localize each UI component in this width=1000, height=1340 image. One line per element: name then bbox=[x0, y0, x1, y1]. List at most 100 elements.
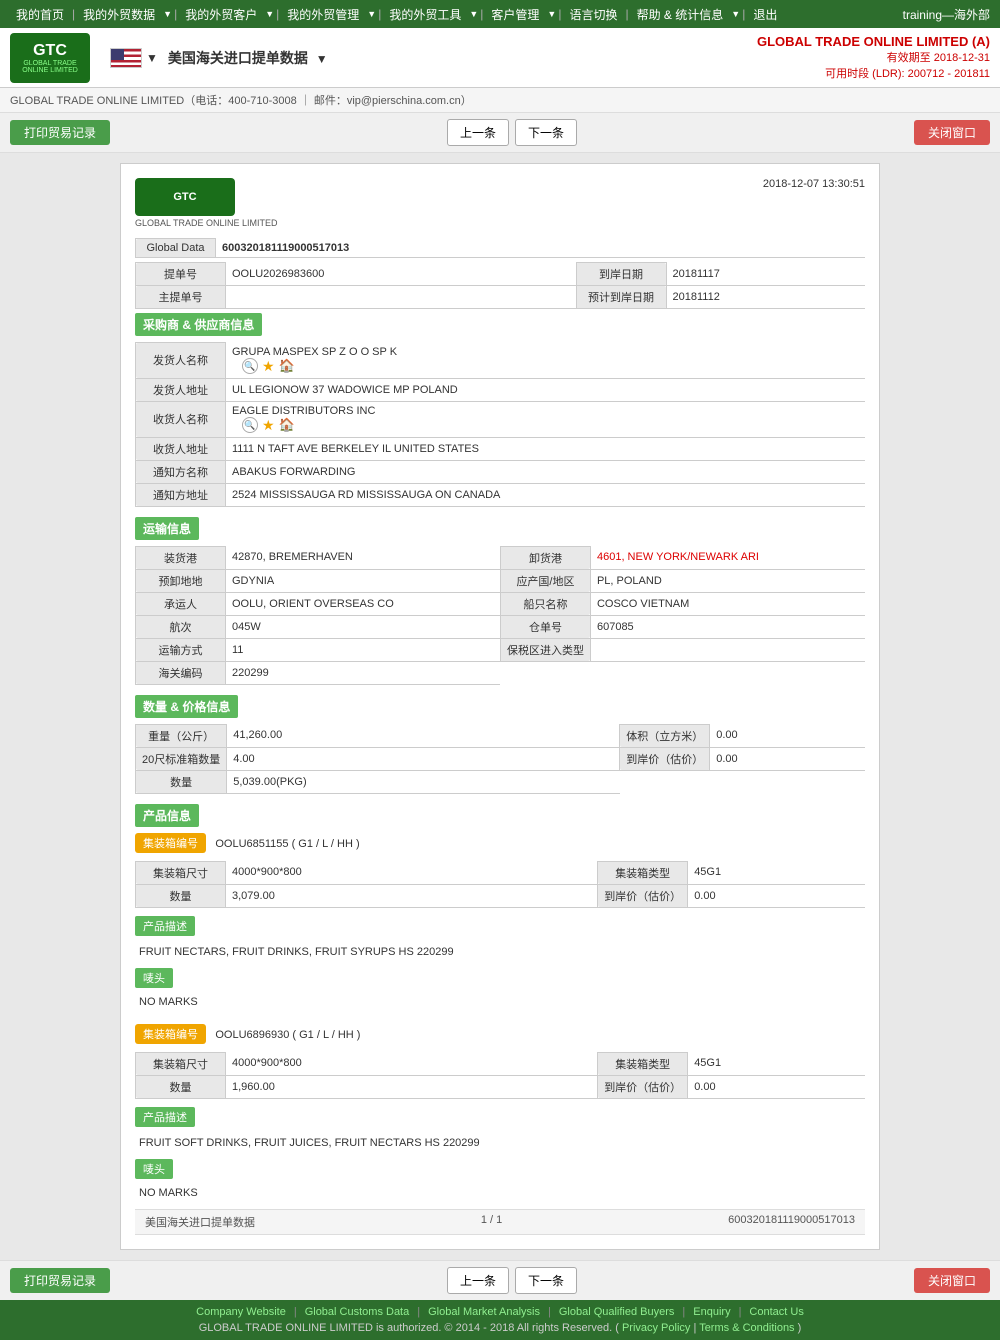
header-bar: GTC GLOBAL TRADE ONLINE LIMITED ▼ 美国海关进口… bbox=[0, 28, 1000, 88]
footer-link-contact[interactable]: Contact Us bbox=[749, 1306, 803, 1318]
shipper-name-value: GRUPA MASPEX SP Z O O SP K 🔍 ★ 🏠 bbox=[226, 343, 866, 379]
next-button-bottom[interactable]: 下一条 bbox=[515, 1267, 577, 1294]
product-price-value-1: 0.00 bbox=[688, 1075, 865, 1098]
nav-help-arrow: ▼ bbox=[731, 9, 740, 19]
title-dropdown-arrow[interactable]: ▼ bbox=[316, 52, 328, 66]
carrier-value: OOLU, ORIENT OVERSEAS CO bbox=[226, 592, 501, 615]
consignee-name-label: 收货人名称 bbox=[136, 401, 226, 437]
product-desc-value-1: FRUIT SOFT DRINKS, FRUIT JUICES, FRUIT N… bbox=[135, 1135, 865, 1151]
bottom-action-bar: 打印贸易记录 上一条 下一条 关闭窗口 bbox=[0, 1260, 1000, 1300]
prev-button-bottom[interactable]: 上一条 bbox=[447, 1267, 509, 1294]
pre-dest-value: GDYNIA bbox=[226, 569, 501, 592]
quantity-table: 重量（公斤） 41,260.00 体积（立方米） 0.00 20尺标准箱数量 4… bbox=[135, 724, 865, 794]
shipper-addr-value: UL LEGIONOW 37 WADOWICE MP POLAND bbox=[226, 378, 866, 401]
shipper-home-icon[interactable]: 🏠 bbox=[279, 358, 295, 374]
container-no-value-0: OOLU6851155 ( G1 / L / HH ) bbox=[215, 838, 359, 850]
us-flag bbox=[110, 48, 142, 68]
product-table-1: 集装箱尺寸 4000*900*800 集装箱类型 45G1 数量 1,960.0… bbox=[135, 1052, 865, 1099]
sub-header: GLOBAL TRADE ONLINE LIMITED（电话：400-710-3… bbox=[0, 88, 1000, 113]
origin-country-label: 应产国/地区 bbox=[500, 569, 590, 592]
global-data-table: Global Data 600320181119000517013 bbox=[135, 238, 865, 258]
container-type-label-0: 集装箱类型 bbox=[598, 861, 688, 884]
volume-value: 0.00 bbox=[710, 724, 865, 747]
product-qty-label-1: 数量 bbox=[136, 1075, 226, 1098]
consignee-addr-value: 1111 N TAFT AVE BERKELEY IL UNITED STATE… bbox=[226, 437, 866, 460]
nav-account-arrow: ▼ bbox=[547, 9, 556, 19]
print-button-bottom[interactable]: 打印贸易记录 bbox=[10, 1268, 110, 1293]
products-section-header: 产品信息 bbox=[135, 804, 199, 827]
volume-label: 体积（立方米） bbox=[620, 724, 710, 747]
weight-label: 重量（公斤） bbox=[136, 724, 227, 747]
close-btn-bottom[interactable]: 关闭窗口 bbox=[914, 1268, 990, 1293]
shipper-star-icon[interactable]: ★ bbox=[262, 358, 275, 375]
print-button-top[interactable]: 打印贸易记录 bbox=[10, 120, 110, 145]
nav-logout[interactable]: 退出 bbox=[747, 6, 783, 23]
flag-area: ▼ bbox=[110, 48, 158, 68]
nav-language[interactable]: 语言切换 bbox=[563, 6, 623, 23]
close-button-bottom[interactable]: 关闭窗口 bbox=[914, 1268, 990, 1293]
footer-link-buyers[interactable]: Global Qualified Buyers bbox=[559, 1306, 675, 1318]
nav-customers[interactable]: 我的外贸客户 bbox=[179, 6, 263, 23]
product-qty-value-1: 1,960.00 bbox=[226, 1075, 598, 1098]
logo-sub: GLOBAL TRADE bbox=[23, 60, 76, 67]
nav-management-arrow: ▼ bbox=[367, 9, 376, 19]
footer-close-paren: ) bbox=[798, 1322, 802, 1334]
ldr-info: 可用时段 (LDR): 200712 - 201811 bbox=[757, 65, 990, 81]
loading-port-value: 42870, BREMERHAVEN bbox=[226, 546, 501, 569]
global-data-value: 600320181119000517013 bbox=[216, 239, 866, 258]
shipper-search-icon[interactable]: 🔍 bbox=[242, 358, 258, 374]
product-price-label-1: 到岸价（估价） bbox=[598, 1075, 688, 1098]
ftz-label: 保税区进入类型 bbox=[500, 638, 590, 661]
shipper-name-label: 发货人名称 bbox=[136, 343, 226, 379]
container-size-value-0: 4000*900*800 bbox=[226, 861, 598, 884]
marks-header-1: 唛头 bbox=[135, 1159, 173, 1179]
footer-link-customs[interactable]: Global Customs Data bbox=[305, 1306, 410, 1318]
weight-value: 41,260.00 bbox=[227, 724, 620, 747]
container-20ft-label: 20尺标准箱数量 bbox=[136, 747, 227, 770]
container-no-value-1: OOLU6896930 ( G1 / L / HH ) bbox=[215, 1029, 360, 1041]
close-button-top[interactable]: 关闭窗口 bbox=[914, 120, 990, 145]
footer-privacy-link[interactable]: Privacy Policy bbox=[622, 1322, 690, 1334]
close-btn-right[interactable]: 关闭窗口 bbox=[914, 120, 990, 145]
notify-addr-label: 通知方地址 bbox=[136, 483, 226, 506]
consignee-search-icon[interactable]: 🔍 bbox=[242, 417, 258, 433]
qty-main-label: 数量 bbox=[136, 770, 227, 793]
consignee-home-icon[interactable]: 🏠 bbox=[279, 417, 295, 433]
product-qty-value-0: 3,079.00 bbox=[226, 884, 598, 907]
nav-account[interactable]: 客户管理 bbox=[485, 6, 545, 23]
consignee-icons: 🔍 ★ 🏠 bbox=[242, 417, 859, 434]
prev-button-top[interactable]: 上一条 bbox=[447, 119, 509, 146]
page-info-bar: 美国海关进口提单数据 1 / 1 600320181119000517013 bbox=[135, 1209, 865, 1235]
print-btn-bottom[interactable]: 打印贸易记录 bbox=[10, 1268, 110, 1293]
shipper-icons: 🔍 ★ 🏠 bbox=[242, 358, 859, 375]
shipper-addr-label: 发货人地址 bbox=[136, 378, 226, 401]
footer-link-company[interactable]: Company Website bbox=[196, 1306, 286, 1318]
nav-management[interactable]: 我的外贸管理 bbox=[281, 6, 365, 23]
footer-conditions-link[interactable]: Terms & Conditions bbox=[699, 1322, 794, 1334]
footer-link-enquiry[interactable]: Enquiry bbox=[693, 1306, 730, 1318]
next-button-top[interactable]: 下一条 bbox=[515, 119, 577, 146]
nav-help[interactable]: 帮助 & 统计信息 bbox=[631, 6, 730, 23]
footer-link-market[interactable]: Global Market Analysis bbox=[428, 1306, 540, 1318]
consignee-name-value: EAGLE DISTRIBUTORS INC 🔍 ★ 🏠 bbox=[226, 401, 866, 437]
nav-home[interactable]: 我的首页 bbox=[10, 6, 70, 23]
container-no-label-0: 集装箱编号 bbox=[135, 833, 206, 853]
print-btn-left[interactable]: 打印贸易记录 bbox=[10, 120, 110, 145]
nav-trade-data[interactable]: 我的外贸数据 bbox=[77, 6, 161, 23]
doc-header: GTC GLOBAL TRADE ONLINE LIMITED 2018-12-… bbox=[135, 178, 865, 228]
consignee-star-icon[interactable]: ★ bbox=[262, 417, 275, 434]
discharge-port-value: 4601, NEW YORK/NEWARK ARI bbox=[590, 546, 865, 569]
flag-dropdown[interactable]: ▼ bbox=[146, 51, 158, 65]
notify-name-label: 通知方名称 bbox=[136, 460, 226, 483]
doc-datetime: 2018-12-07 13:30:51 bbox=[763, 178, 865, 190]
doc-logo-text: GTC bbox=[173, 191, 196, 203]
customs-code-value: 220299 bbox=[226, 661, 501, 684]
quantity-section: 数量 & 价格信息 重量（公斤） 41,260.00 体积（立方米） 0.00 … bbox=[135, 695, 865, 794]
document-box: GTC GLOBAL TRADE ONLINE LIMITED 2018-12-… bbox=[120, 163, 880, 1250]
bill-no-value: OOLU2026983600 bbox=[226, 263, 577, 286]
eta-value: 20181112 bbox=[666, 286, 865, 309]
global-data-label: Global Data bbox=[136, 239, 216, 258]
supplier-table: 发货人名称 GRUPA MASPEX SP Z O O SP K 🔍 ★ 🏠 发… bbox=[135, 342, 865, 507]
master-bill-value bbox=[226, 286, 577, 309]
nav-tools[interactable]: 我的外贸工具 bbox=[383, 6, 467, 23]
